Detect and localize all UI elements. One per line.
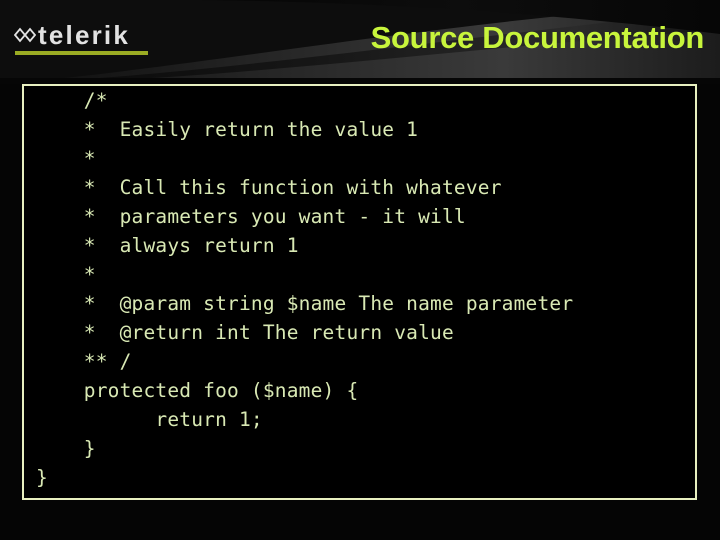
code-line: * @param string $name The name parameter <box>36 292 574 315</box>
logo-underline-rule <box>15 51 148 55</box>
slide-canvas: telerik Source Documentation /* * Easily… <box>0 0 720 540</box>
code-line: protected foo ($name) { <box>36 379 359 402</box>
page-title: Source Documentation <box>370 20 705 55</box>
code-line: * Easily return the value 1 <box>36 118 419 141</box>
code-line: * parameters you want - it will <box>36 205 466 228</box>
code-line: * Call this function with whatever <box>36 176 502 199</box>
slide-header: telerik Source Documentation <box>0 0 720 84</box>
telerik-bowtie-logo-icon <box>14 27 36 43</box>
code-line: * <box>36 263 96 286</box>
source-code-text: /* * Easily return the value 1 * * Call … <box>24 86 573 492</box>
code-line: } <box>36 466 48 489</box>
code-line: } <box>36 437 96 460</box>
telerik-logo: telerik <box>14 18 154 58</box>
code-line: ** / <box>36 350 132 373</box>
telerik-wordmark: telerik <box>38 20 131 50</box>
code-line: return 1; <box>36 408 263 431</box>
code-line: * @return int The return value <box>36 321 454 344</box>
code-line: * <box>36 147 96 170</box>
code-block-panel: /* * Easily return the value 1 * * Call … <box>22 84 697 500</box>
code-line: * always return 1 <box>36 234 299 257</box>
code-line: /* <box>36 89 108 112</box>
